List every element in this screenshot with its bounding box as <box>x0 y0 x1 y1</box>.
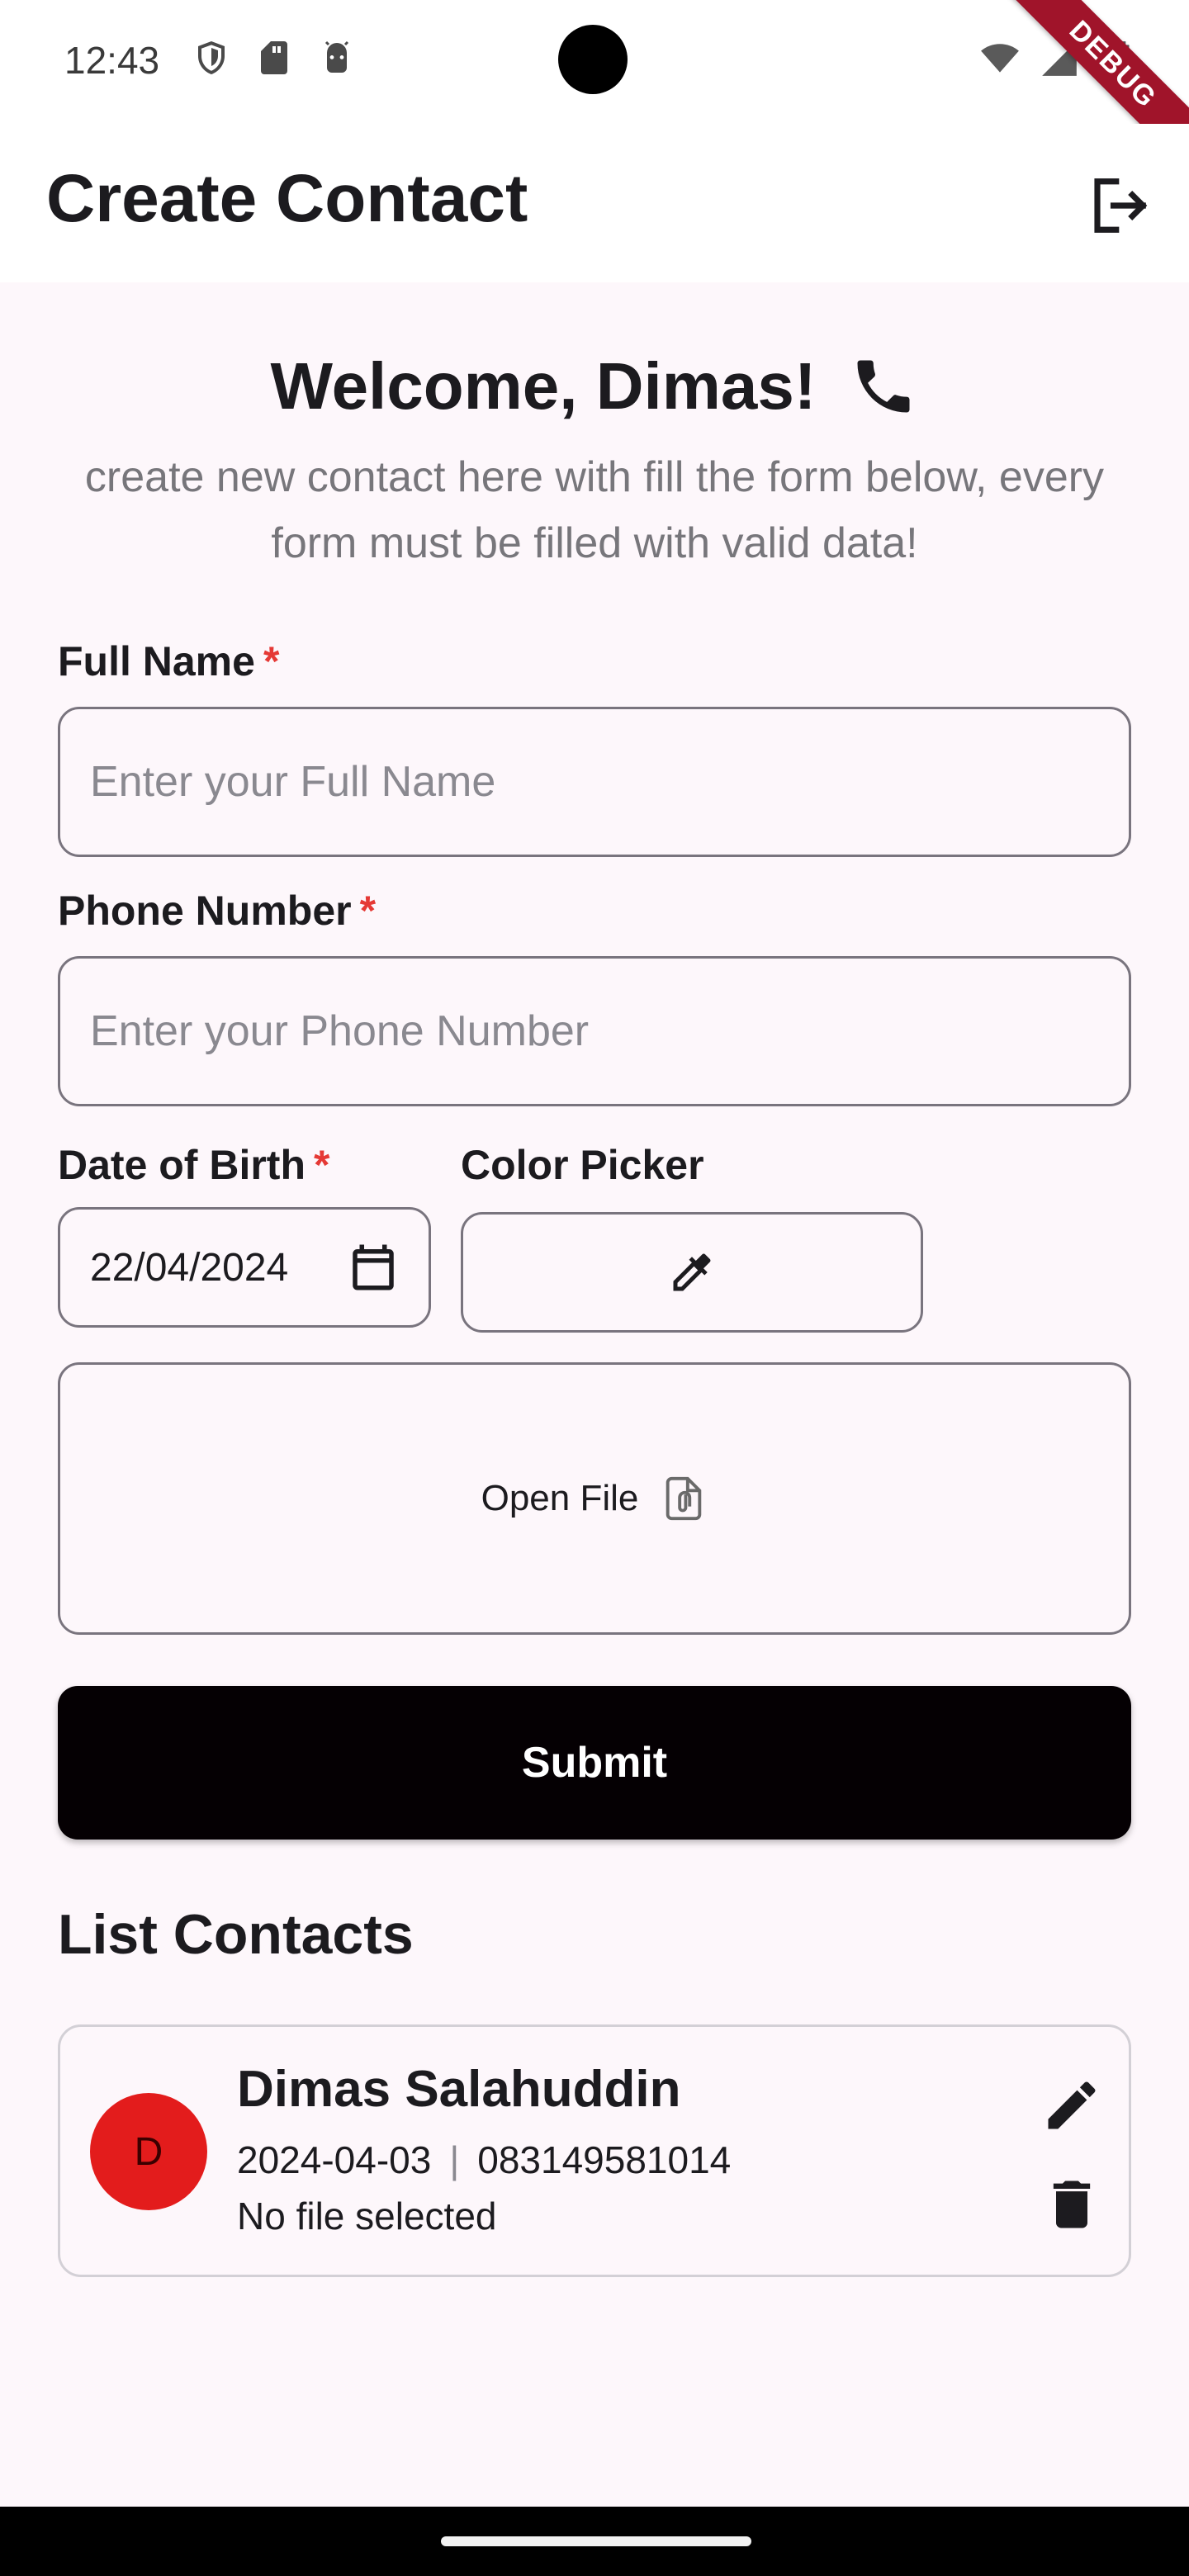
date-of-birth-field[interactable]: 22/04/2024 <box>58 1207 431 1328</box>
full-name-label-text: Full Name <box>58 638 255 684</box>
edit-button[interactable] <box>1035 2068 1109 2143</box>
app-bar: Create Contact <box>0 124 1189 282</box>
android-debug-icon <box>324 40 349 73</box>
color-picker-button[interactable] <box>461 1212 923 1333</box>
required-mark: * <box>314 1142 330 1188</box>
phone-label-text: Phone Number <box>58 888 352 934</box>
page-title: Create Contact <box>46 161 528 236</box>
contact-name: Dimas Salahuddin <box>237 2061 681 2118</box>
attach-file-icon <box>666 1476 702 1521</box>
calendar-icon[interactable] <box>346 1240 400 1295</box>
logout-button[interactable] <box>1083 170 1154 241</box>
phone-input[interactable]: Enter your Phone Number <box>58 956 1131 1106</box>
avatar: D <box>90 2093 207 2210</box>
contact-file-status: No file selected <box>237 2195 497 2237</box>
delete-icon <box>1053 2181 1091 2228</box>
status-icons-left <box>192 38 357 78</box>
welcome-subtitle: create new contact here with fill the fo… <box>84 453 1105 567</box>
meta-separator: | <box>449 2138 460 2181</box>
required-mark: * <box>359 888 377 934</box>
edit-icon <box>1048 2081 1096 2129</box>
dob-value: 22/04/2024 <box>90 1245 289 1290</box>
logout-icon <box>1094 178 1148 233</box>
delete-button[interactable] <box>1035 2167 1109 2242</box>
dob-label: Date of Birth * <box>58 1141 329 1189</box>
phone-icon <box>857 360 910 413</box>
contact-date: 2024-04-03 <box>237 2138 432 2181</box>
system-nav-bar <box>0 2507 1189 2576</box>
welcome-title: Welcome, Dimas! <box>270 349 817 423</box>
status-time: 12:43 <box>64 39 160 82</box>
dob-label-text: Date of Birth <box>58 1142 306 1188</box>
contact-meta: 2024-04-03 | 083149581014 <box>237 2138 731 2182</box>
sd-card-icon <box>261 41 287 74</box>
color-picker-label: Color Picker <box>461 1142 704 1188</box>
required-mark: * <box>263 638 280 684</box>
welcome-header: Welcome, Dimas! <box>0 348 1189 424</box>
status-bar: 12:43 DEBUG <box>0 0 1189 204</box>
home-gesture-handle[interactable] <box>441 2536 751 2546</box>
open-file-label: Open File <box>481 1478 639 1518</box>
full-name-input[interactable]: Enter your Full Name <box>58 707 1131 857</box>
submit-button[interactable]: Submit <box>58 1686 1131 1840</box>
full-name-label: Full Name * <box>58 637 279 685</box>
shield-icon <box>198 41 225 74</box>
open-file-button[interactable]: Open File <box>58 1362 1131 1635</box>
wifi-icon <box>981 44 1019 73</box>
eyedropper-icon <box>673 1253 711 1291</box>
phone-label: Phone Number * <box>58 887 376 935</box>
list-contacts-title: List Contacts <box>58 1903 414 1966</box>
full-name-placeholder: Enter your Full Name <box>90 758 496 806</box>
contact-phone: 083149581014 <box>477 2138 732 2181</box>
phone-placeholder: Enter your Phone Number <box>90 1007 590 1055</box>
contact-card[interactable]: D Dimas Salahuddin 2024-04-03 | 08314958… <box>58 2024 1131 2277</box>
camera-cutout <box>558 25 628 94</box>
